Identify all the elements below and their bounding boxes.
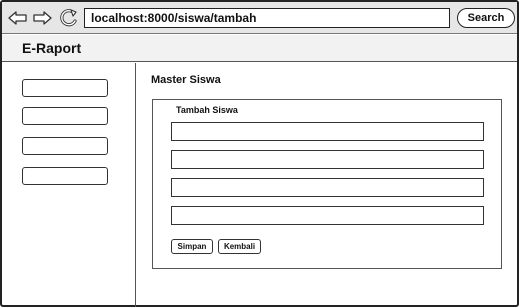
form-field-4[interactable] xyxy=(171,206,484,225)
page-title: Master Siswa xyxy=(151,74,221,86)
forward-arrow-icon[interactable] xyxy=(32,9,52,27)
app-header: E-Raport xyxy=(2,35,517,62)
browser-toolbar: localhost:8000/siswa/tambah Search xyxy=(2,2,517,34)
reload-icon[interactable] xyxy=(58,9,80,27)
form-panel: Tambah Siswa Simpan Kembali xyxy=(152,99,502,269)
back-button[interactable]: Kembali xyxy=(218,239,261,254)
form-field-3[interactable] xyxy=(171,178,484,197)
browser-window: localhost:8000/siswa/tambah Search E-Rap… xyxy=(0,0,519,307)
search-button[interactable]: Search xyxy=(457,8,515,28)
back-arrow-icon[interactable] xyxy=(8,9,28,27)
sidebar-item-2[interactable] xyxy=(22,107,108,125)
app-title: E-Raport xyxy=(22,40,82,56)
save-button[interactable]: Simpan xyxy=(171,239,213,254)
url-bar[interactable]: localhost:8000/siswa/tambah xyxy=(84,8,450,28)
sidebar-item-1[interactable] xyxy=(22,79,108,97)
sidebar-item-4[interactable] xyxy=(22,167,108,185)
form-field-2[interactable] xyxy=(171,150,484,169)
form-field-1[interactable] xyxy=(171,122,484,141)
sidebar xyxy=(2,63,136,307)
form-title: Tambah Siswa xyxy=(176,105,238,115)
sidebar-item-3[interactable] xyxy=(22,137,108,155)
